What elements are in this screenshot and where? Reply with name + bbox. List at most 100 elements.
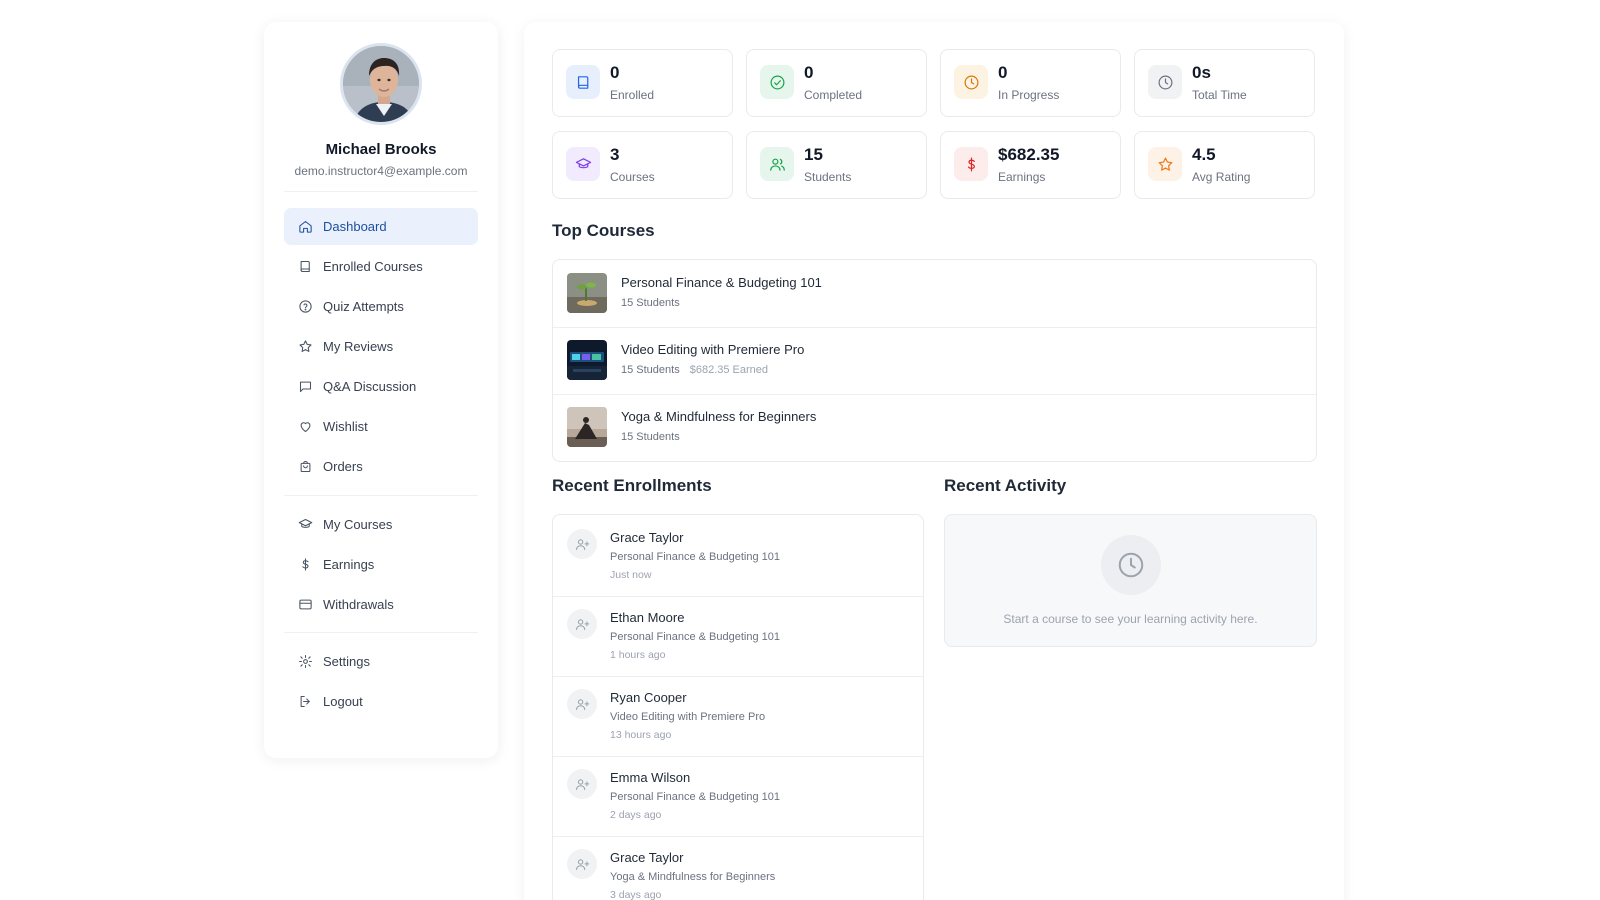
enrollment-course: Yoga & Mindfulness for Beginners [610, 871, 776, 883]
stat-card-earnings: $682.35 Earnings [940, 131, 1121, 199]
enrollment-course: Personal Finance & Budgeting 101 [610, 791, 781, 803]
sidebar-item-label: Settings [323, 654, 370, 669]
course-meta: 15 Students [621, 297, 680, 309]
enrollment-time: 13 hours ago [610, 729, 672, 741]
sidebar-item-my-reviews[interactable]: My Reviews [284, 328, 478, 365]
sidebar-item-logout[interactable]: Logout [284, 683, 478, 720]
sidebar-item-label: Q&A Discussion [323, 379, 417, 394]
clock-icon [1101, 535, 1161, 595]
enrollment-time: 2 days ago [610, 809, 662, 821]
stat-label: Avg Rating [1192, 170, 1251, 184]
sidebar-item-withdrawals[interactable]: Withdrawals [284, 586, 478, 623]
heart-icon [297, 419, 313, 435]
message-square-icon [297, 379, 313, 395]
stat-label: Enrolled [610, 88, 655, 102]
enrollment-time: 3 days ago [610, 889, 662, 900]
user-plus-icon [567, 849, 597, 879]
enrollment-student-name: Grace Taylor [610, 850, 684, 865]
sidebar-item-my-courses[interactable]: My Courses [284, 506, 478, 543]
user-plus-icon [567, 529, 597, 559]
graduation-cap-icon [297, 517, 313, 533]
help-circle-icon [297, 299, 313, 315]
sidebar-item-quiz-attempts[interactable]: Quiz Attempts [284, 288, 478, 325]
recent-enrollments-title: Recent Enrollments [552, 476, 712, 495]
course-thumbnail [567, 340, 607, 380]
stat-value: 3 [610, 145, 620, 164]
course-thumbnail [567, 407, 607, 447]
course-title[interactable]: Yoga & Mindfulness for Beginners [621, 409, 816, 424]
course-students: 15 Students [621, 297, 680, 309]
dollar-icon [954, 147, 988, 181]
top-courses-title: Top Courses [552, 221, 655, 240]
sidebar-item-label: Dashboard [323, 219, 387, 234]
sidebar-item-qanda-discussion[interactable]: Q&A Discussion [284, 368, 478, 405]
user-plus-icon [567, 609, 597, 639]
stat-card-courses: 3 Courses [552, 131, 733, 199]
check-circle-icon [760, 65, 794, 99]
course-students: 15 Students [621, 431, 680, 443]
sidebar-item-earnings[interactable]: Earnings [284, 546, 478, 583]
credit-card-icon [297, 597, 313, 613]
stat-value: 0s [1192, 63, 1211, 82]
empty-state-text: Start a course to see your learning acti… [1003, 612, 1258, 626]
divider [284, 191, 478, 192]
enrollment-row: Grace Taylor Personal Finance & Budgeting… [553, 515, 923, 597]
enrollment-row: Ethan Moore Personal Finance & Budgeting … [553, 595, 923, 677]
enrollment-row: Ryan Cooper Video Editing with Premiere P… [553, 675, 923, 757]
star-icon [1148, 147, 1182, 181]
enrollment-time: Just now [610, 569, 652, 581]
course-row[interactable]: Personal Finance & Budgeting 101 15 Stude… [553, 260, 1316, 328]
star-icon [297, 339, 313, 355]
sidebar-item-settings[interactable]: Settings [284, 643, 478, 680]
stat-value: $682.35 [998, 145, 1060, 164]
course-meta: 15 Students [621, 431, 680, 443]
enrollment-course: Personal Finance & Budgeting 101 [610, 551, 781, 563]
recent-activity-empty: Start a course to see your learning acti… [944, 514, 1317, 647]
enrollment-time: 1 hours ago [610, 649, 666, 661]
sidebar-item-label: My Courses [323, 517, 393, 532]
book-icon [297, 259, 313, 275]
book-icon [566, 65, 600, 99]
stat-label: Total Time [1192, 88, 1247, 102]
course-earned: $682.35 Earned [689, 364, 769, 376]
course-title[interactable]: Personal Finance & Budgeting 101 [621, 275, 822, 290]
sidebar-item-label: Earnings [323, 557, 375, 572]
sidebar-item-label: Logout [323, 694, 363, 709]
clock-icon [954, 65, 988, 99]
enrollment-student-name: Ethan Moore [610, 610, 685, 625]
sidebar-item-label: Enrolled Courses [323, 259, 423, 274]
profile-email: demo.instructor4@example.com [294, 164, 468, 178]
stat-card-in-progress: 0 In Progress [940, 49, 1121, 117]
sidebar-item-wishlist[interactable]: Wishlist [284, 408, 478, 445]
divider [284, 495, 478, 496]
stat-value: 0 [998, 63, 1008, 82]
sidebar-item-label: Quiz Attempts [323, 299, 404, 314]
stat-label: Completed [804, 88, 863, 102]
sidebar-item-dashboard[interactable]: Dashboard [284, 208, 478, 245]
stat-label: In Progress [998, 88, 1060, 102]
main-content: 0 Enrolled 0 Completed 0 In Progress 0s Total T… [524, 22, 1344, 900]
avatar[interactable] [340, 43, 422, 125]
sidebar-item-label: Withdrawals [323, 597, 394, 612]
course-students: 15 Students [621, 364, 680, 376]
recent-enrollments-list: Grace Taylor Personal Finance & Budgeting… [552, 514, 924, 900]
user-plus-icon [567, 769, 597, 799]
course-meta: 15 Students $682.35 Earned [621, 364, 768, 376]
sidebar-item-orders[interactable]: Orders [284, 448, 478, 485]
users-icon [760, 147, 794, 181]
enrollment-row: Emma Wilson Personal Finance & Budgeting … [553, 755, 923, 837]
enrollment-student-name: Emma Wilson [610, 770, 691, 785]
course-title[interactable]: Video Editing with Premiere Pro [621, 342, 804, 357]
enrollment-student-name: Ryan Cooper [610, 690, 687, 705]
top-courses-list: Personal Finance & Budgeting 101 15 Stude… [552, 259, 1317, 462]
course-row[interactable]: Yoga & Mindfulness for Beginners 15 Stude… [553, 394, 1316, 461]
sidebar-item-label: Orders [323, 459, 363, 474]
stat-label: Students [804, 170, 852, 184]
stat-label: Courses [610, 170, 655, 184]
stat-value: 15 [804, 145, 823, 164]
sidebar-item-label: My Reviews [323, 339, 394, 354]
sidebar: Michael Brooks demo.instructor4@example.… [264, 22, 498, 758]
stat-value: 0 [804, 63, 814, 82]
sidebar-item-enrolled-courses[interactable]: Enrolled Courses [284, 248, 478, 285]
course-row[interactable]: Video Editing with Premiere Pro 15 Studen… [553, 327, 1316, 395]
